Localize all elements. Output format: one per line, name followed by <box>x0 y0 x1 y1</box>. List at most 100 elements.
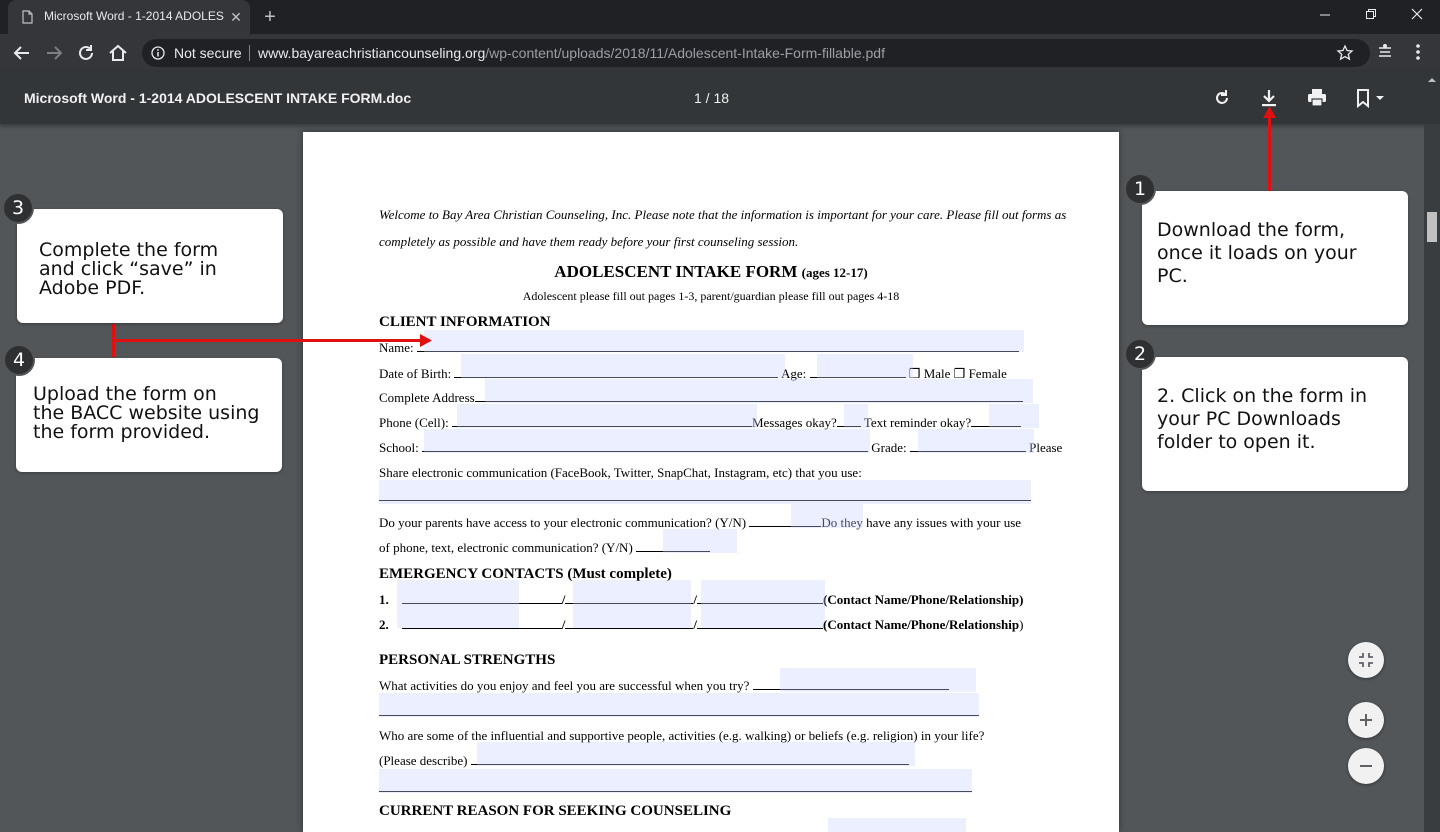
bookmark-dropdown-icon[interactable] <box>1352 86 1390 110</box>
step-4-badge: 4 <box>3 344 35 376</box>
name-field[interactable] <box>424 330 1024 352</box>
callout-2-line-2: your PC Downloads <box>1157 408 1341 430</box>
name-label: Name: <box>379 340 414 355</box>
callout-1-line-3: PC. <box>1157 265 1188 287</box>
step-2-badge: 2 <box>1124 338 1156 370</box>
messages-okay-field[interactable] <box>844 404 868 428</box>
document-icon <box>22 10 33 24</box>
dob-field[interactable] <box>461 354 785 378</box>
info-icon[interactable] <box>151 46 165 60</box>
text-reminder-label: Text reminder okay? <box>863 415 972 430</box>
activities-field-2[interactable] <box>379 693 979 717</box>
reason-field[interactable] <box>828 818 966 832</box>
callout-1-line-2: once it loads on your <box>1157 242 1357 264</box>
form-title: ADOLESCENT INTAKE FORM (ages 12-17) <box>303 262 1119 282</box>
address-bar[interactable]: Not secure www.bayareachristiancounselin… <box>142 39 1370 67</box>
fit-page-icon <box>1359 653 1373 667</box>
tab-close-icon[interactable]: ✕ <box>226 7 246 27</box>
home-icon[interactable] <box>107 42 129 64</box>
omnibox-divider <box>249 45 250 61</box>
pdf-page: Welcome to Bay Area Christian Counseling… <box>303 132 1119 832</box>
parents-access-field[interactable] <box>791 504 863 528</box>
scrollbar-thumb[interactable] <box>1427 212 1437 242</box>
school-field[interactable] <box>424 429 870 453</box>
scrollbar[interactable] <box>1424 124 1440 832</box>
url-host: www.bayareachristiancounseling.org <box>258 45 486 61</box>
browser-toolbar: Not secure www.bayareachristiancounselin… <box>0 34 1440 72</box>
callout-2-line-1: 2. Click on the form in <box>1157 385 1368 407</box>
restore-icon[interactable] <box>1348 4 1394 26</box>
reason-for-counseling-heading: CURRENT REASON FOR SEEKING COUNSELING <box>379 803 732 819</box>
address-field[interactable] <box>485 379 1033 403</box>
browser-menu-icon[interactable] <box>1408 42 1428 62</box>
text-reminder-field[interactable] <box>989 404 1039 428</box>
describe-field-2[interactable] <box>379 769 972 793</box>
annotation-arrowhead-right <box>420 334 432 347</box>
close-window-icon[interactable] <box>1394 4 1440 26</box>
minimize-icon[interactable] <box>1302 4 1348 26</box>
parents-question-2: of phone, text, electronic communication… <box>379 540 633 555</box>
activities-question: What activities do you enjoy and feel yo… <box>379 678 750 693</box>
describe-field[interactable] <box>477 742 915 766</box>
contact-1-number: 1. <box>379 592 389 607</box>
welcome-text-line-2: completely as possible and have them rea… <box>379 234 799 249</box>
print-icon[interactable] <box>1305 86 1329 110</box>
tab-title: Microsoft Word - 1-2014 ADOLESCENT INTAK… <box>44 9 224 23</box>
share-communication-label: Share electronic communication (FaceBook… <box>379 465 862 480</box>
page-indicator: 1 / 18 <box>694 90 730 106</box>
contact-2-row: 2. / / (Contact Name/Phone/Relationship) <box>379 617 1023 633</box>
personal-strengths-heading: PERSONAL STRENGTHS <box>379 652 556 668</box>
zoom-in-button[interactable] <box>1348 702 1384 738</box>
grade-label: Grade: <box>871 440 907 455</box>
extension-icon[interactable] <box>1376 42 1394 62</box>
minus-icon <box>1360 765 1372 767</box>
callout-step-2: 2. Click on the form in your PC Download… <box>1142 357 1408 491</box>
fit-to-page-button[interactable] <box>1348 642 1384 678</box>
school-label: School: <box>379 440 419 455</box>
welcome-text-line-1: Welcome to Bay Area Christian Counseling… <box>379 207 1067 222</box>
address-label: Complete Address <box>379 390 475 405</box>
age-field[interactable] <box>817 354 913 378</box>
rotate-icon[interactable] <box>1210 86 1234 110</box>
callout-step-3: Complete the form and click “save” in Ad… <box>17 209 283 323</box>
please-describe-label: (Please describe) <box>379 753 468 768</box>
zoom-out-button[interactable] <box>1348 748 1384 784</box>
form-title-ages: (ages 12-17) <box>801 265 868 280</box>
callout-step-4: Upload the form on the BACC website usin… <box>16 358 282 472</box>
messages-label: Messages okay? <box>751 415 837 430</box>
tab-strip: Microsoft Word - 1-2014 ADOLESCENT INTAK… <box>0 0 1440 34</box>
parents-question-1: Do your parents have access to your elec… <box>379 515 747 530</box>
scroll-up-arrow-icon[interactable] <box>1424 72 1440 88</box>
share-communication-field[interactable] <box>379 480 1031 504</box>
contact-1-hint: (Contact Name/Phone/Relationship) <box>823 592 1024 607</box>
contact-2-hint-paren: ) <box>1019 617 1024 632</box>
contact-2-number: 2. <box>379 617 389 632</box>
back-icon[interactable] <box>11 42 33 64</box>
plus-icon <box>1360 714 1372 726</box>
security-label: Not secure <box>174 45 242 61</box>
client-information-heading: CLIENT INFORMATION <box>379 314 551 330</box>
grade-field[interactable] <box>918 429 1034 453</box>
forward-icon[interactable] <box>43 42 65 64</box>
parents-issues-row: of phone, text, electronic communication… <box>379 540 711 556</box>
url-path: /wp-content/uploads/2018/11/Adolescent-I… <box>485 45 885 61</box>
please-label: Please <box>1029 440 1063 455</box>
parents-issues-field[interactable] <box>663 529 737 553</box>
callout-3-line-3: Adobe PDF. <box>39 277 146 299</box>
form-subtitle: Adolescent please fill out pages 1-3, pa… <box>522 289 900 303</box>
url-text[interactable]: www.bayareachristiancounseling.org/wp-co… <box>258 45 885 61</box>
new-tab-icon[interactable]: + <box>258 6 282 28</box>
contact-2-hint: (Contact Name/Phone/Relationship <box>823 617 1020 632</box>
bookmark-star-icon[interactable] <box>1336 44 1354 62</box>
step-3-badge: 3 <box>2 192 34 224</box>
reload-icon[interactable] <box>75 42 97 64</box>
activities-field[interactable] <box>780 668 976 692</box>
callout-2-line-3: folder to open it. <box>1157 431 1316 453</box>
phone-field[interactable] <box>457 404 757 428</box>
form-title-text: ADOLESCENT INTAKE FORM <box>554 262 798 281</box>
annotation-arrowhead-up <box>1263 106 1276 118</box>
dob-label: Date of Birth: <box>379 366 452 381</box>
annotation-arrow-horizontal <box>112 339 424 342</box>
callout-step-1: Download the form, once it loads on your… <box>1142 191 1408 325</box>
browser-tab[interactable]: Microsoft Word - 1-2014 ADOLESCENT INTAK… <box>8 0 250 34</box>
